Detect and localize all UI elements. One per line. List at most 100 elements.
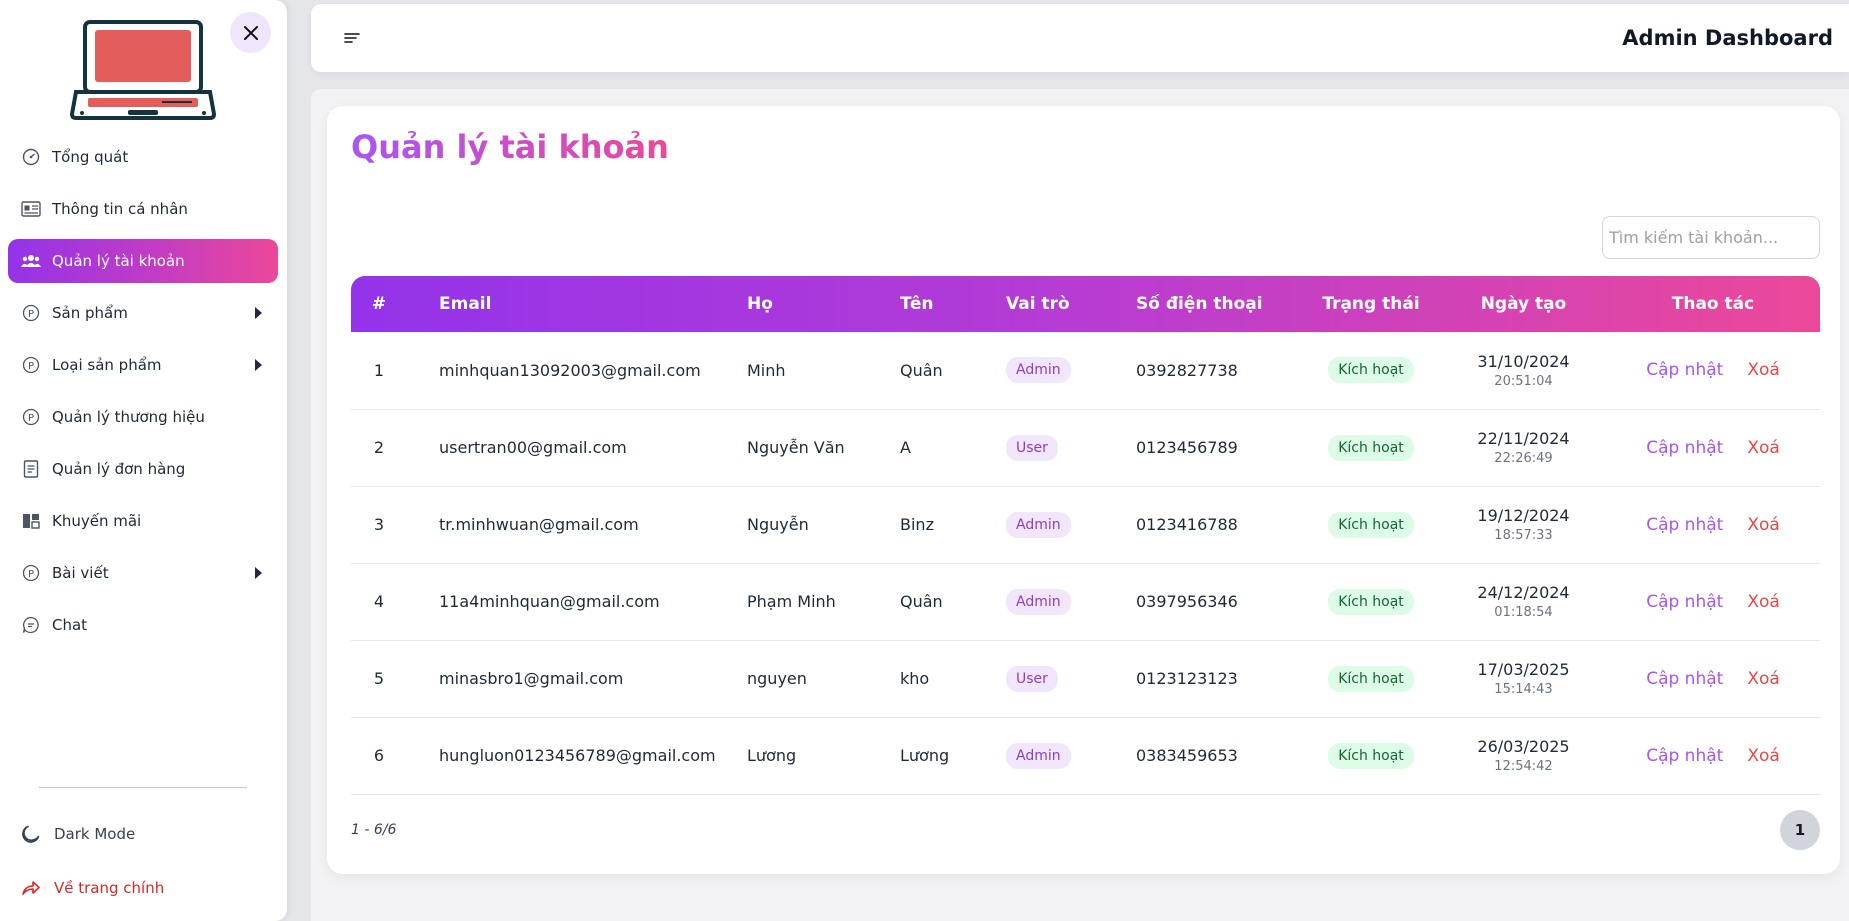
- last-name-cell: Nguyễn: [747, 486, 900, 564]
- receipt-icon: [21, 459, 41, 479]
- created-date-cell: 26/03/2025 12:54:42: [1441, 717, 1606, 795]
- update-button[interactable]: Cập nhật: [1646, 669, 1723, 689]
- first-name-cell: Quân: [900, 563, 1006, 641]
- update-button[interactable]: Cập nhật: [1646, 360, 1723, 380]
- sidebar-item-label: Quản lý đơn hàng: [52, 460, 186, 478]
- update-button[interactable]: Cập nhật: [1646, 592, 1723, 612]
- sidebar-item-brands[interactable]: P Quản lý thương hiệu: [8, 395, 278, 439]
- caret-right-icon: [255, 359, 262, 371]
- status-badge: Kích hoạt: [1328, 588, 1414, 615]
- row-index: 1: [351, 332, 407, 410]
- sidebar-item-chat[interactable]: Chat: [8, 603, 278, 647]
- back-home-label: Về trang chính: [54, 879, 165, 897]
- actions-cell: Cập nhật Xoá: [1606, 717, 1820, 795]
- column-header: Email: [439, 294, 492, 314]
- created-date: 19/12/2024: [1477, 506, 1570, 525]
- sidebar-item-promotions[interactable]: Khuyến mãi: [8, 499, 278, 543]
- svg-text:P: P: [28, 309, 34, 320]
- created-time: 12:54:42: [1494, 759, 1553, 774]
- delete-button[interactable]: Xoá: [1747, 669, 1779, 689]
- row-index: 2: [351, 409, 407, 487]
- back-home-link[interactable]: Về trang chính: [20, 873, 164, 903]
- email-cell: minasbro1@gmail.com: [407, 640, 747, 718]
- sidebar-item-overview[interactable]: Tổng quát: [8, 135, 278, 179]
- role-cell: Admin: [1006, 486, 1136, 564]
- update-button[interactable]: Cập nhật: [1646, 515, 1723, 535]
- share-arrow-icon: [20, 877, 42, 899]
- status-badge: Kích hoạt: [1328, 742, 1414, 769]
- delete-button[interactable]: Xoá: [1747, 592, 1779, 612]
- role-cell: Admin: [1006, 332, 1136, 410]
- menu-toggle-button[interactable]: [343, 30, 361, 46]
- chat-bubble-icon: [21, 615, 41, 635]
- search-input[interactable]: [1602, 216, 1820, 259]
- actions-cell: Cập nhật Xoá: [1606, 640, 1820, 718]
- role-badge: User: [1006, 665, 1058, 692]
- phone-cell: 0392827738: [1136, 332, 1301, 410]
- delete-button[interactable]: Xoá: [1747, 438, 1779, 458]
- table-row: 2 usertran00@gmail.com Nguyễn Văn A User 0123…: [351, 409, 1820, 487]
- first-name-cell: Lương: [900, 717, 1006, 795]
- sidebar-item-label: Thông tin cá nhân: [52, 200, 188, 218]
- p-circle-icon: P: [21, 563, 41, 583]
- table-row: 4 11a4minhquan@gmail.com Phạm Minh Quân Admi…: [351, 563, 1820, 641]
- email-cell: 11a4minhquan@gmail.com: [407, 563, 747, 641]
- role-badge: User: [1006, 434, 1058, 461]
- created-time: 15:14:43: [1494, 682, 1553, 697]
- sidebar-item-label: Tổng quát: [52, 148, 129, 166]
- status-badge: Kích hoạt: [1328, 434, 1414, 461]
- sidebar-item-orders[interactable]: Quản lý đơn hàng: [8, 447, 278, 491]
- actions-cell: Cập nhật Xoá: [1606, 409, 1820, 487]
- delete-button[interactable]: Xoá: [1747, 360, 1779, 380]
- phone-cell: 0397956346: [1136, 563, 1301, 641]
- status-cell: Kích hoạt: [1301, 486, 1441, 564]
- page-button[interactable]: 1: [1780, 810, 1820, 850]
- sidebar: Tổng quát Thông tin cá nhân Quản lý tài …: [0, 0, 287, 921]
- promotion-icon: [21, 511, 41, 531]
- hamburger-icon: [344, 33, 360, 43]
- created-date-cell: 22/11/2024 22:26:49: [1441, 409, 1606, 487]
- actions-cell: Cập nhật Xoá: [1606, 332, 1820, 410]
- caret-right-icon: [255, 567, 262, 579]
- table-row: 6 hungluon0123456789@gmail.com Lương Lương A…: [351, 717, 1820, 795]
- p-circle-icon: P: [21, 303, 41, 323]
- update-button[interactable]: Cập nhật: [1646, 746, 1723, 766]
- delete-button[interactable]: Xoá: [1747, 515, 1779, 535]
- close-sidebar-button[interactable]: [230, 12, 271, 53]
- sidebar-item-posts[interactable]: P Bài viết: [8, 551, 278, 595]
- status-cell: Kích hoạt: [1301, 640, 1441, 718]
- role-badge: Admin: [1006, 742, 1071, 769]
- created-date: 26/03/2025: [1477, 737, 1570, 756]
- sidebar-item-categories[interactable]: P Loại sản phẩm: [8, 343, 278, 387]
- sidebar-item-label: Quản lý tài khoản: [52, 252, 185, 270]
- role-cell: Admin: [1006, 563, 1136, 641]
- update-button[interactable]: Cập nhật: [1646, 438, 1723, 458]
- column-header: Họ: [747, 294, 773, 314]
- column-header: Tên: [900, 294, 934, 314]
- delete-button[interactable]: Xoá: [1747, 746, 1779, 766]
- svg-text:P: P: [28, 361, 34, 372]
- table-body: 1 minhquan13092003@gmail.com Minh Quân Admin…: [351, 332, 1820, 795]
- row-index: 3: [351, 486, 407, 564]
- first-name-cell: A: [900, 409, 1006, 487]
- accounts-card: Quản lý tài khoản # Email Họ Tên Vai trò…: [327, 106, 1840, 874]
- sidebar-item-products[interactable]: P Sản phẩm: [8, 291, 278, 335]
- row-index: 4: [351, 563, 407, 641]
- first-name-cell: kho: [900, 640, 1006, 718]
- sidebar-item-accounts[interactable]: Quản lý tài khoản: [8, 239, 278, 283]
- created-time: 18:57:33: [1494, 528, 1553, 543]
- header-title: Admin Dashboard: [1622, 26, 1833, 50]
- sidebar-item-label: Chat: [52, 616, 88, 634]
- status-cell: Kích hoạt: [1301, 717, 1441, 795]
- accounts-table: # Email Họ Tên Vai trò Số điện thoại Trạ…: [351, 276, 1820, 795]
- created-time: 20:51:04: [1494, 373, 1553, 389]
- role-badge: Admin: [1006, 511, 1071, 538]
- created-date: 17/03/2025: [1477, 660, 1570, 679]
- first-name-cell: Binz: [900, 486, 1006, 564]
- pagination-info: 1 - 6/6: [351, 822, 397, 838]
- sidebar-item-label: Khuyến mãi: [52, 512, 142, 530]
- status-badge: Kích hoạt: [1328, 511, 1414, 538]
- status-badge: Kích hoạt: [1328, 357, 1414, 384]
- dark-mode-toggle[interactable]: Dark Mode: [20, 819, 135, 849]
- sidebar-item-profile[interactable]: Thông tin cá nhân: [8, 187, 278, 231]
